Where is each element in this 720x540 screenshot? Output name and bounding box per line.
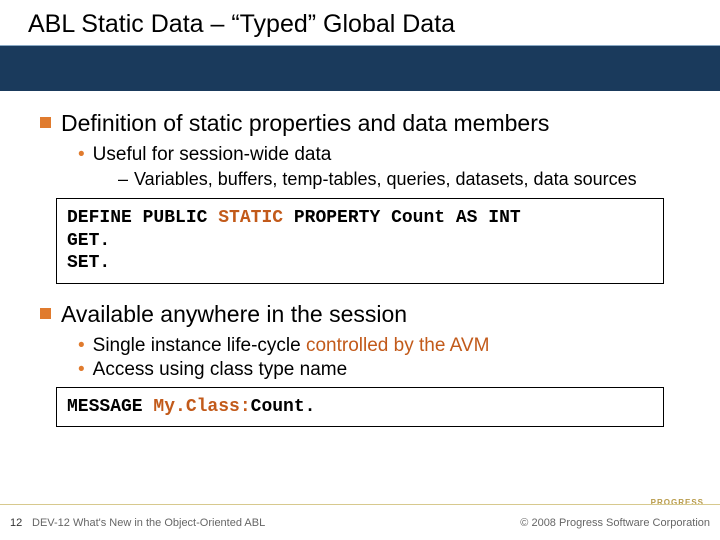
bullet-2-sub-2: • Access using class type name: [78, 359, 680, 381]
dot-bullet-icon: •: [78, 359, 85, 380]
page-number: 12: [10, 517, 32, 529]
slide-content: Definition of static properties and data…: [0, 91, 720, 427]
bullet-2-sub-1-highlight: controlled by the AVM: [306, 335, 489, 356]
code1-post: PROPERTY Count AS INT: [283, 208, 521, 228]
code-block-2: MESSAGE My.Class:Count.: [56, 387, 664, 428]
bullet-2-sub-1-pre: Single instance life-cycle: [93, 335, 306, 356]
bullet-2: Available anywhere in the session: [40, 300, 680, 329]
bullet-2-sub-2-text: Access using class type name: [93, 359, 348, 380]
square-bullet-icon: [40, 117, 51, 128]
code2-class: My.Class:: [153, 397, 250, 417]
code1-pre: DEFINE PUBLIC: [67, 208, 218, 228]
footer-copyright: © 2008 Progress Software Corporation: [520, 517, 710, 529]
code1-line3: SET.: [67, 253, 110, 273]
code2-post: Count.: [251, 397, 316, 417]
bullet-2-sub-1: • Single instance life-cycle controlled b…: [78, 335, 680, 357]
slide-footer: 12 DEV-12 What's New in the Object-Orien…: [0, 504, 720, 540]
bullet-1-sub-1: • Useful for session-wide data: [78, 144, 680, 166]
title-accent-bar: [0, 45, 720, 91]
code1-keyword: STATIC: [218, 208, 283, 228]
bullet-1-text: Definition of static properties and data…: [61, 109, 549, 138]
bullet-1-sub-1-detail: –Variables, buffers, temp-tables, querie…: [118, 168, 680, 191]
bullet-1-sub-1-detail-text: Variables, buffers, temp-tables, queries…: [134, 169, 637, 189]
footer-title: DEV-12 What's New in the Object-Oriented…: [32, 517, 520, 529]
code2-pre: MESSAGE: [67, 397, 153, 417]
code-block-1: DEFINE PUBLIC STATIC PROPERTY Count AS I…: [56, 198, 664, 284]
slide-title: ABL Static Data – “Typed” Global Data: [0, 0, 720, 45]
bullet-1-sub-1-text: Useful for session-wide data: [93, 144, 332, 165]
bullet-1: Definition of static properties and data…: [40, 109, 680, 138]
square-bullet-icon: [40, 308, 51, 319]
code1-line2: GET.: [67, 231, 110, 251]
dot-bullet-icon: •: [78, 335, 85, 356]
bullet-2-text: Available anywhere in the session: [61, 300, 407, 329]
dot-bullet-icon: •: [78, 144, 85, 165]
dash-bullet-icon: –: [118, 169, 128, 189]
